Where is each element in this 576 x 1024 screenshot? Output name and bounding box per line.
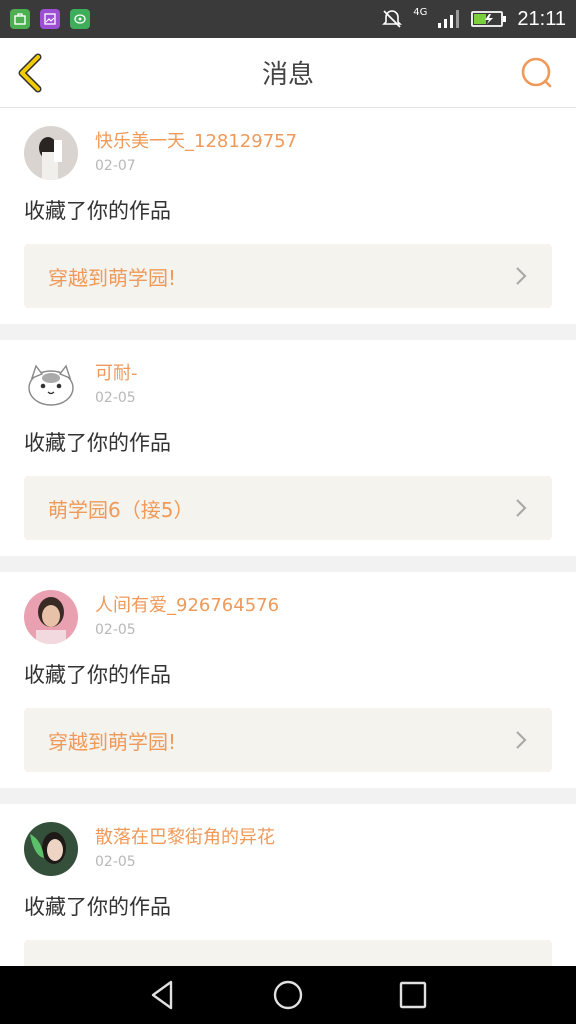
message-card: 快乐美一天_128129757 02-07 收藏了你的作品 穿越到萌学园! <box>0 108 576 324</box>
chevron-left-icon <box>18 53 42 93</box>
app-store-icon <box>10 9 30 29</box>
user-name[interactable]: 可耐- <box>95 361 138 387</box>
message-date: 02-07 <box>95 158 136 174</box>
clock: 21:11 <box>517 7 566 30</box>
action-text: 收藏了你的作品 <box>24 895 171 919</box>
signal-icon <box>438 10 460 28</box>
wechat-icon <box>70 9 90 29</box>
system-status: 4G 21:11 <box>381 8 566 31</box>
work-link[interactable]: 萌学园6（接5） <box>24 476 552 540</box>
message-date: 02-05 <box>95 622 136 638</box>
work-link[interactable]: 穿越到萌学园! <box>24 708 552 772</box>
message-date: 02-05 <box>95 854 136 870</box>
nav-recents-button[interactable] <box>393 975 433 1015</box>
chevron-right-icon <box>516 731 527 749</box>
nav-back-button[interactable] <box>143 975 183 1015</box>
avatar[interactable] <box>24 358 78 412</box>
work-title: 穿越到萌学园! <box>48 265 177 290</box>
message-date: 02-05 <box>95 390 136 406</box>
action-text: 收藏了你的作品 <box>24 663 171 687</box>
avatar[interactable] <box>24 822 78 876</box>
search-icon <box>521 57 552 88</box>
triangle-back-icon <box>151 980 172 1010</box>
user-name[interactable]: 散落在巴黎街角的异花 <box>95 825 275 851</box>
user-name[interactable]: 人间有爱_926764576 <box>95 593 279 619</box>
nav-home-button[interactable] <box>268 975 308 1015</box>
message-list[interactable]: 快乐美一天_128129757 02-07 收藏了你的作品 穿越到萌学园! 可耐… <box>0 108 576 966</box>
battery-icon <box>471 11 507 27</box>
status-bar: 4G 21:11 <box>0 0 576 38</box>
system-nav-bar <box>0 966 576 1024</box>
top-app-bar: 消息 <box>0 38 576 108</box>
work-title: 穿越到萌学园! <box>48 729 177 754</box>
action-text: 收藏了你的作品 <box>24 431 171 455</box>
square-recents-icon <box>400 981 427 1009</box>
message-card: 可耐- 02-05 收藏了你的作品 萌学园6（接5） <box>0 340 576 556</box>
notification-icons <box>10 9 90 29</box>
gallery-icon <box>40 9 60 29</box>
user-name[interactable]: 快乐美一天_128129757 <box>95 129 297 155</box>
page-title: 消息 <box>261 60 314 90</box>
action-text: 收藏了你的作品 <box>24 199 171 223</box>
work-title: 萌学园6（接5） <box>48 497 194 522</box>
message-card: 人间有爱_926764576 02-05 收藏了你的作品 穿越到萌学园! <box>0 572 576 788</box>
circle-home-icon <box>273 980 303 1010</box>
mute-icon <box>382 10 403 28</box>
work-link[interactable]: 穿越到萌学园! <box>24 244 552 308</box>
avatar[interactable] <box>24 590 78 644</box>
network-type: 4G <box>413 7 428 18</box>
chevron-right-icon <box>516 267 527 285</box>
avatar[interactable] <box>24 126 78 180</box>
back-button[interactable] <box>14 53 48 93</box>
chevron-right-icon <box>516 499 527 517</box>
work-link[interactable] <box>24 940 552 966</box>
search-button[interactable] <box>520 56 554 90</box>
message-card: 散落在巴黎街角的异花 02-05 收藏了你的作品 <box>0 804 576 966</box>
